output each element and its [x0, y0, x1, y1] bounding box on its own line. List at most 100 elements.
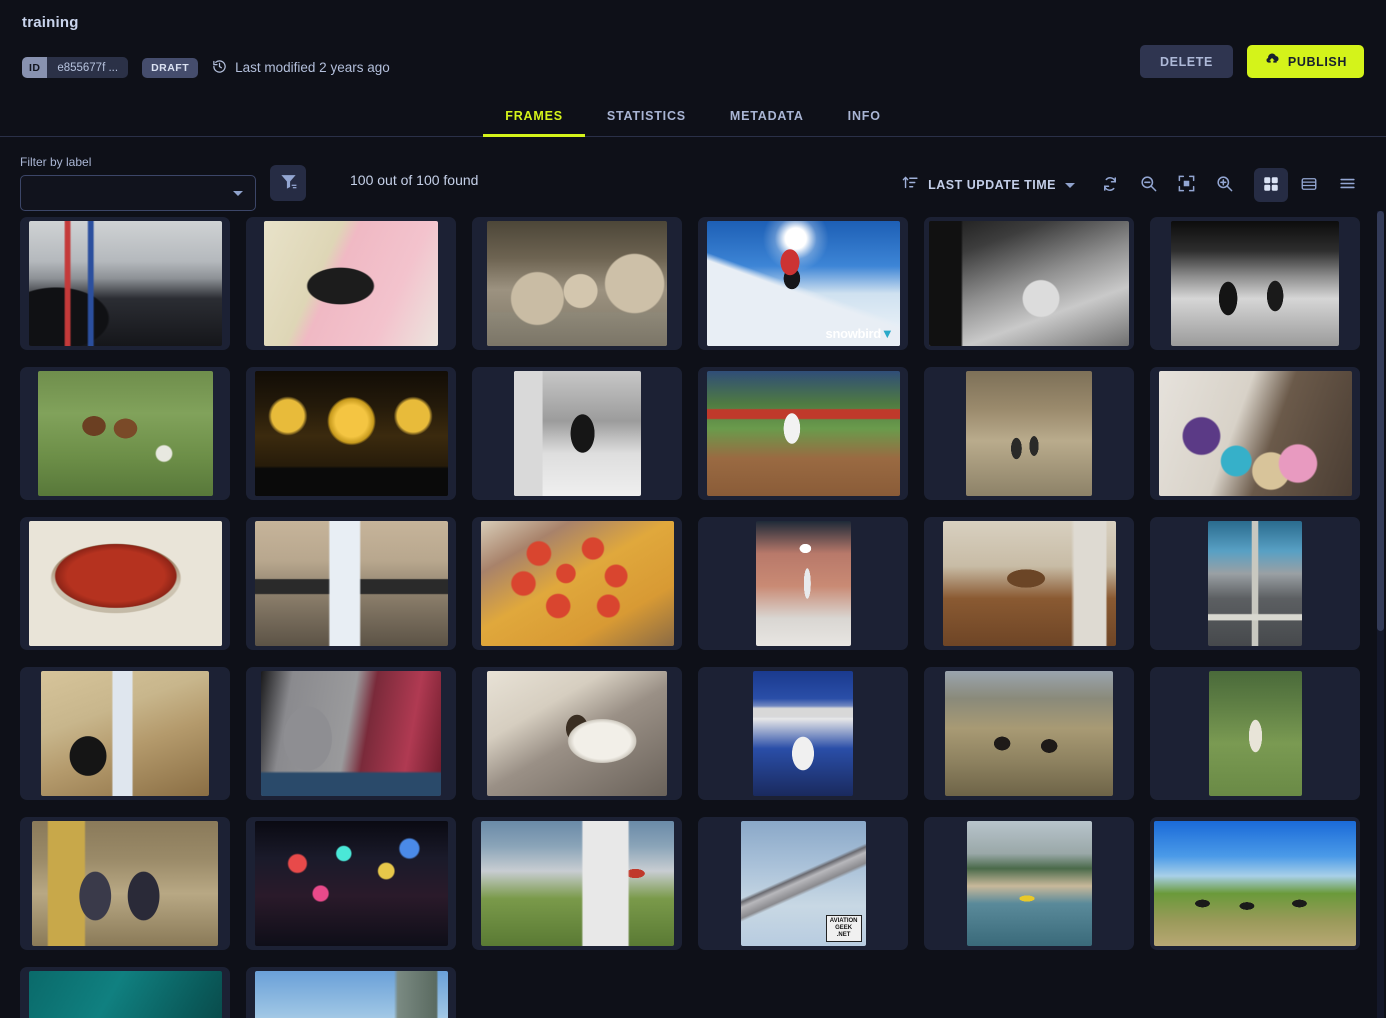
frame-card[interactable] [246, 817, 456, 950]
frame-thumbnail [707, 371, 900, 496]
last-modified-text: Last modified 2 years ago [235, 60, 390, 75]
filter-label: Filter by label [20, 155, 256, 169]
frame-card[interactable]: snowbird▼ [698, 217, 908, 350]
frame-thumbnail [255, 971, 448, 1018]
frame-thumbnail [1171, 221, 1339, 346]
frame-thumbnail [29, 521, 222, 646]
frames-toolbar: Filter by label 100 out of 100 found [0, 137, 1386, 211]
refresh-button[interactable] [1093, 168, 1127, 202]
zoom-in-button[interactable] [1207, 168, 1241, 202]
frame-card[interactable] [20, 817, 230, 950]
frame-card[interactable] [1150, 367, 1360, 500]
frame-card[interactable] [472, 367, 682, 500]
frame-card[interactable] [1150, 217, 1360, 350]
frame-card[interactable] [924, 367, 1134, 500]
sort-label: LAST UPDATE TIME [928, 178, 1056, 192]
id-badge: ID e855677f ... [22, 57, 128, 78]
frame-card[interactable] [698, 367, 908, 500]
frame-thumbnail [1154, 821, 1356, 946]
sort-ascending-icon [902, 174, 919, 196]
tab-metadata[interactable]: METADATA [708, 100, 826, 137]
tab-statistics[interactable]: STATISTICS [585, 100, 708, 137]
frame-card[interactable] [472, 517, 682, 650]
frame-card[interactable] [472, 817, 682, 950]
frame-card[interactable] [472, 217, 682, 350]
frame-thumbnail [1159, 371, 1352, 496]
zoom-out-icon [1139, 174, 1158, 196]
funnel-icon [279, 172, 298, 194]
zoom-out-button[interactable] [1131, 168, 1165, 202]
frame-thumbnail [487, 221, 667, 346]
frames-grid-area: snowbird▼ AVIATIONGEEK.NET [0, 211, 1386, 1018]
frame-card[interactable] [698, 517, 908, 650]
frame-thumbnail [943, 521, 1116, 646]
tab-bar: FRAMES STATISTICS METADATA INFO [0, 100, 1386, 137]
grid-view-icon [1262, 175, 1280, 196]
frame-card[interactable] [472, 667, 682, 800]
frame-card[interactable]: AVIATIONGEEK.NET [698, 817, 908, 950]
frame-thumbnail [255, 521, 448, 646]
frame-card[interactable] [924, 217, 1134, 350]
frame-thumbnail [966, 371, 1092, 496]
list-view-button[interactable] [1292, 168, 1326, 202]
frame-card[interactable] [1150, 517, 1360, 650]
frame-thumbnail [255, 821, 448, 946]
frame-card[interactable] [20, 367, 230, 500]
last-modified: Last modified 2 years ago [212, 59, 390, 77]
meta-row: ID e855677f ... DRAFT Last modified 2 ye… [22, 57, 1364, 78]
view-controls: LAST UPDATE TIME [902, 168, 1364, 202]
id-badge-value: e855677f ... [47, 57, 128, 78]
grid-scrollbar-thumb[interactable] [1377, 211, 1384, 631]
frame-thumbnail: snowbird▼ [707, 221, 900, 346]
filter-group: Filter by label 100 out of 100 found [20, 155, 478, 211]
frames-grid: snowbird▼ AVIATIONGEEK.NET [20, 217, 1366, 1018]
tab-info[interactable]: INFO [826, 100, 903, 137]
frame-thumbnail [967, 821, 1092, 946]
frame-card[interactable] [20, 517, 230, 650]
frame-thumbnail [261, 671, 441, 796]
found-count: 100 out of 100 found [350, 172, 478, 188]
grid-view-button[interactable] [1254, 168, 1288, 202]
frame-card[interactable] [924, 817, 1134, 950]
sort-control[interactable]: LAST UPDATE TIME [902, 174, 1075, 196]
frame-card[interactable] [246, 967, 456, 1018]
tab-frames[interactable]: FRAMES [483, 100, 585, 137]
frame-card[interactable] [1150, 817, 1360, 950]
frame-thumbnail [1208, 521, 1302, 646]
frame-card[interactable] [246, 217, 456, 350]
frame-card[interactable] [698, 667, 908, 800]
apply-filter-button[interactable] [270, 165, 306, 201]
frame-thumbnail [41, 671, 209, 796]
fit-to-screen-button[interactable] [1169, 168, 1203, 202]
hamburger-menu-icon [1338, 174, 1357, 196]
frame-card[interactable] [246, 367, 456, 500]
frame-thumbnail [487, 671, 667, 796]
frame-card[interactable] [246, 667, 456, 800]
frame-thumbnail [945, 671, 1113, 796]
publish-button[interactable]: PUBLISH [1247, 45, 1364, 78]
filter-field-wrap: Filter by label [20, 155, 256, 211]
frame-thumbnail [38, 371, 213, 496]
frame-thumbnail [756, 521, 851, 646]
publish-button-label: PUBLISH [1288, 55, 1347, 69]
menu-button[interactable] [1330, 168, 1364, 202]
frame-thumbnail [264, 221, 438, 346]
frame-card[interactable] [246, 517, 456, 650]
frame-card[interactable] [924, 517, 1134, 650]
frame-card[interactable] [20, 217, 230, 350]
zoom-in-icon [1215, 174, 1234, 196]
page-header: training ID e855677f ... DRAFT Last modi… [0, 0, 1386, 78]
frame-card[interactable] [20, 967, 230, 1018]
frame-thumbnail: AVIATIONGEEK.NET [741, 821, 866, 946]
history-icon [212, 59, 227, 77]
frame-card[interactable] [1150, 667, 1360, 800]
chevron-down-icon [233, 191, 243, 196]
id-badge-key: ID [22, 57, 47, 78]
frame-card[interactable] [20, 667, 230, 800]
filter-select[interactable] [20, 175, 256, 211]
frame-thumbnail [29, 221, 222, 346]
grid-scrollbar[interactable] [1377, 211, 1384, 1018]
delete-button[interactable]: DELETE [1140, 45, 1233, 78]
frame-card[interactable] [924, 667, 1134, 800]
frame-thumbnail [514, 371, 641, 496]
